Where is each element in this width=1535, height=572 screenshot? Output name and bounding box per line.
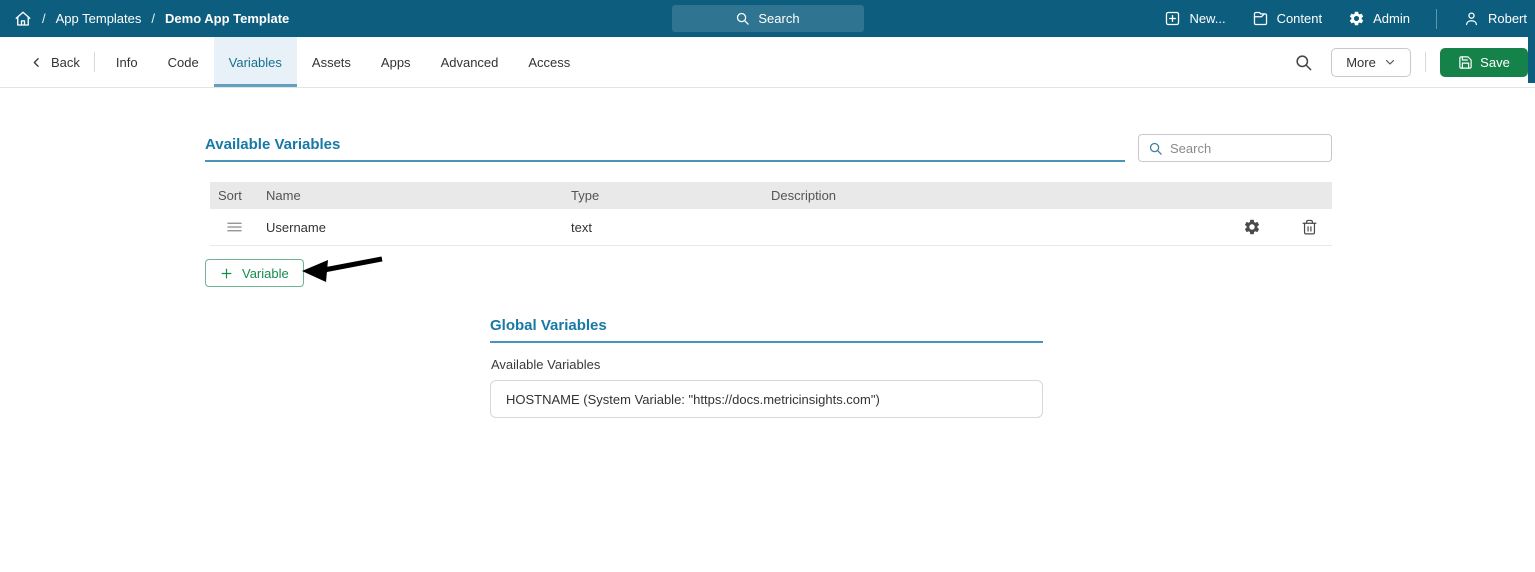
drag-handle-icon[interactable] [210,221,258,233]
global-search-label: Search [758,11,800,26]
tab-access[interactable]: Access [513,37,585,87]
search-icon [1148,141,1163,156]
breadcrumb-app-templates[interactable]: App Templates [56,11,142,26]
gear-icon[interactable] [1243,218,1261,236]
more-button-label: More [1346,54,1376,70]
more-button[interactable]: More [1331,47,1411,77]
search-icon [735,11,750,26]
home-icon[interactable] [14,10,32,28]
tab-apps[interactable]: Apps [366,37,426,87]
gear-icon [1348,10,1365,27]
save-floppy-icon [1458,55,1473,70]
tab-info[interactable]: Info [101,37,153,87]
toolbar-divider [1425,52,1426,72]
tab-variables[interactable]: Variables [213,37,297,87]
content-folder-icon [1252,10,1269,27]
variables-table-header: Sort Name Type Description [210,182,1332,209]
variables-search-input[interactable] [1170,140,1346,156]
content-button-label: Content [1276,11,1323,26]
breadcrumb: / App Templates / Demo App Template [0,10,289,28]
app-window: / App Templates / Demo App Template Sear… [0,0,1535,572]
save-button-label: Save [1480,54,1510,70]
row-actions [1232,218,1332,236]
topbar: / App Templates / Demo App Template Sear… [0,0,1535,37]
back-button[interactable]: Back [0,37,94,87]
content-button[interactable]: Content [1252,10,1323,27]
variables-table: Sort Name Type Description Username text [210,182,1332,246]
user-menu[interactable]: Robert [1463,10,1527,27]
topnav: New... Content Admin Robert [1164,0,1527,37]
available-variables-title: Available Variables [205,136,1125,162]
variable-name: Username [266,219,326,235]
breadcrumb-current-page: Demo App Template [165,11,290,26]
plus-square-icon [1164,10,1181,27]
toolbar-divider [93,52,95,72]
tab-bar: Info Code Variables Assets Apps Advanced… [101,37,585,87]
column-header-type: Type [571,188,600,203]
toolbar-actions: More Save [1290,37,1535,87]
table-row: Username text [210,209,1332,246]
window-edge-strip [1528,37,1535,83]
column-header-name: Name [266,188,301,203]
new-button[interactable]: New... [1164,10,1226,27]
save-button[interactable]: Save [1440,47,1528,77]
tab-advanced[interactable]: Advanced [426,37,514,87]
topnav-divider [1435,8,1437,29]
tab-assets[interactable]: Assets [297,37,366,87]
annotation-arrow [298,251,388,287]
global-variable-value: HOSTNAME (System Variable: "https://docs… [490,380,1043,418]
variable-type: text [571,219,592,235]
global-search-button[interactable]: Search [671,5,864,32]
toolbar: Back Info Code Variables Assets Apps Adv… [0,37,1535,88]
breadcrumb-separator: / [151,11,156,26]
column-header-description: Description [771,188,837,203]
global-variable-value-text: HOSTNAME (System Variable: "https://docs… [506,391,880,407]
chevron-left-icon [30,56,43,69]
user-icon [1463,10,1480,27]
new-button-label: New... [1189,11,1226,26]
add-variable-button-label: Variable [242,265,289,281]
admin-button-label: Admin [1373,11,1410,26]
column-header-sort: Sort [218,188,242,203]
global-variables-title: Global Variables [490,317,1043,343]
global-variables-field-label: Available Variables [491,357,601,372]
back-button-label: Back [51,54,80,70]
user-menu-label: Robert [1487,11,1527,26]
add-variable-button[interactable]: Variable [205,259,304,287]
toolbar-search-icon[interactable] [1290,49,1317,76]
chevron-down-icon [1384,56,1396,68]
admin-button[interactable]: Admin [1348,10,1410,27]
variables-search[interactable] [1138,134,1346,162]
trash-icon[interactable] [1301,219,1318,236]
plus-icon [220,267,233,280]
tab-code[interactable]: Code [153,37,214,87]
breadcrumb-separator: / [42,11,46,26]
